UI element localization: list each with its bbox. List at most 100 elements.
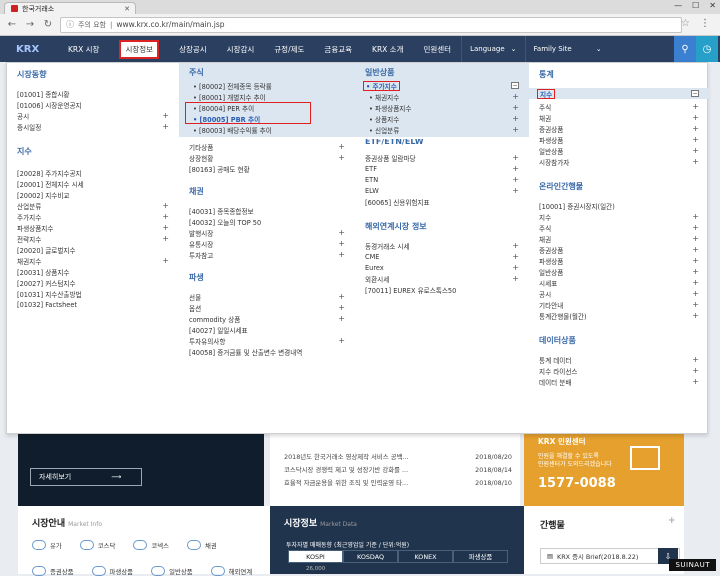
- menu-item[interactable]: CME+: [355, 251, 529, 262]
- expand-icon[interactable]: +: [512, 164, 519, 173]
- menu-item[interactable]: 데이터 분배+: [529, 376, 709, 387]
- expand-icon[interactable]: +: [162, 212, 169, 221]
- minimize-icon[interactable]: —: [674, 1, 682, 10]
- tab-derivatives[interactable]: 파생상품: [453, 550, 508, 563]
- expand-icon[interactable]: +: [162, 256, 169, 265]
- expand-icon[interactable]: +: [162, 201, 169, 210]
- browser-tab[interactable]: 한국거래소 ✕: [4, 2, 136, 14]
- krx-logo[interactable]: KRX: [0, 44, 58, 55]
- reload-icon[interactable]: ↻: [42, 19, 54, 30]
- menu-item[interactable]: [40058] 증거금률 및 산출변수 변경내역: [179, 346, 355, 357]
- expand-icon[interactable]: +: [512, 125, 519, 134]
- section-title-etf-etn-elw[interactable]: ETF/ETN/ELW: [355, 139, 529, 146]
- menu-item[interactable]: 전략지수+: [7, 233, 179, 244]
- section-title-derivatives[interactable]: 파생: [179, 268, 355, 287]
- submenu-item[interactable]: • 채권지수+: [355, 91, 529, 102]
- menu-item[interactable]: 일반상품+: [529, 145, 709, 156]
- menu-item[interactable]: [20001] 전체지수 시세: [7, 178, 179, 189]
- menu-item[interactable]: 외환시세+: [355, 273, 529, 284]
- submenu-item-stock-index[interactable]: • 주가지수 −: [355, 80, 529, 91]
- menu-item[interactable]: commodity 상품+: [179, 313, 355, 324]
- tab-kosdaq[interactable]: KOSDAQ: [343, 550, 398, 563]
- menu-item[interactable]: [20031] 상품지수: [7, 266, 179, 277]
- nav-krx-market[interactable]: KRX 시장: [58, 36, 109, 62]
- menu-item[interactable]: 파생상품+: [529, 255, 709, 266]
- expand-icon[interactable]: +: [692, 311, 699, 320]
- expand-icon[interactable]: +: [692, 124, 699, 133]
- expand-icon[interactable]: +: [692, 289, 699, 298]
- expand-icon[interactable]: +: [692, 377, 699, 386]
- family-site-select[interactable]: Family Site⌄: [525, 36, 610, 62]
- menu-item[interactable]: [20027] 커스텀지수: [7, 277, 179, 288]
- menu-item[interactable]: 기타안내+: [529, 299, 709, 310]
- expand-icon[interactable]: +: [338, 142, 345, 151]
- news-item[interactable]: 효율적 자금운용을 위한 조직 및 인력운영 타...2018/08/10: [270, 476, 520, 489]
- submenu-item[interactable]: • [80003] 배당수익률 추이: [179, 124, 355, 135]
- section-title-market-trends[interactable]: 시장동향: [7, 63, 179, 84]
- menu-item[interactable]: ELW+: [355, 185, 529, 196]
- menu-item[interactable]: 발행시장+: [179, 227, 355, 238]
- submenu-item[interactable]: • [80001] 개별지수 추이: [179, 91, 355, 102]
- submenu-item[interactable]: • [80002] 전체종목 등락률: [179, 80, 355, 91]
- submenu-item[interactable]: • 신업분류+: [355, 124, 529, 135]
- expand-icon[interactable]: +: [692, 256, 699, 265]
- menu-item[interactable]: 채권지수+: [7, 255, 179, 266]
- section-title-bond[interactable]: 채권: [179, 182, 355, 201]
- submenu-item-index[interactable]: 지수 −: [529, 88, 709, 99]
- expand-icon[interactable]: +: [338, 250, 345, 259]
- menu-item[interactable]: 공시+: [7, 110, 179, 121]
- menu-item[interactable]: [01031] 지수산출방법: [7, 288, 179, 299]
- menu-item[interactable]: 유통시장+: [179, 238, 355, 249]
- expand-icon[interactable]: +: [338, 153, 345, 162]
- menu-item[interactable]: 일반상품+: [529, 266, 709, 277]
- menu-item[interactable]: [40027] 일일시세표: [179, 324, 355, 335]
- menu-item[interactable]: 선물+: [179, 291, 355, 302]
- menu-item[interactable]: 증권상품+: [529, 123, 709, 134]
- menu-item[interactable]: 주식+: [529, 101, 709, 112]
- nav-rules[interactable]: 규정/제도: [264, 36, 314, 62]
- menu-item[interactable]: 채권+: [529, 233, 709, 244]
- expand-icon[interactable]: +: [512, 241, 519, 250]
- nav-market-surveillance[interactable]: 시장감시: [217, 36, 265, 62]
- menu-item[interactable]: 기타상품+: [179, 141, 355, 152]
- expand-icon[interactable]: +: [692, 146, 699, 155]
- expand-icon[interactable]: +: [512, 153, 519, 162]
- expand-icon[interactable]: +: [692, 245, 699, 254]
- bookmark-star-icon[interactable]: ☆: [681, 18, 690, 29]
- expand-icon[interactable]: +: [512, 274, 519, 283]
- url-field[interactable]: ⓘ 주의 요함 | www.krx.co.kr/main/main.jsp: [60, 17, 682, 33]
- menu-item[interactable]: ETF+: [355, 163, 529, 174]
- menu-item[interactable]: 증시일정+: [7, 121, 179, 132]
- menu-item[interactable]: 채권+: [529, 112, 709, 123]
- expand-icon[interactable]: +: [692, 234, 699, 243]
- expand-icon[interactable]: +: [512, 263, 519, 272]
- menu-item[interactable]: 공시+: [529, 288, 709, 299]
- menu-item[interactable]: 동경거래소 시세+: [355, 240, 529, 251]
- menu-item[interactable]: [20002] 지수비교: [7, 189, 179, 200]
- menu-item[interactable]: 파생상품지수+: [7, 222, 179, 233]
- market-link-kospi[interactable]: 유가: [32, 540, 62, 550]
- expand-icon[interactable]: +: [512, 103, 519, 112]
- tab-konex[interactable]: KONEX: [398, 550, 453, 563]
- menu-item[interactable]: 주가지수+: [7, 211, 179, 222]
- back-icon[interactable]: ←: [6, 19, 18, 30]
- menu-item[interactable]: 지수+: [529, 211, 709, 222]
- menu-item[interactable]: 증권상품+: [529, 244, 709, 255]
- menu-item[interactable]: 지수 라이선스+: [529, 365, 709, 376]
- expand-icon[interactable]: +: [162, 122, 169, 131]
- expand-icon[interactable]: +: [692, 278, 699, 287]
- nav-listing-disclosure[interactable]: 상장공시: [169, 36, 217, 62]
- market-link-overseas[interactable]: 해외연계: [211, 566, 253, 576]
- expand-icon[interactable]: +: [692, 300, 699, 309]
- hero-more-button[interactable]: 자세히보기⟶: [30, 468, 142, 486]
- menu-item[interactable]: [40032] 오늘의 TOP 50: [179, 216, 355, 227]
- language-select[interactable]: Language⌄: [461, 36, 524, 62]
- section-title-stock[interactable]: 주식: [179, 65, 355, 80]
- expand-icon[interactable]: +: [338, 303, 345, 312]
- menu-item[interactable]: [60065] 신용위험지표: [355, 196, 529, 207]
- menu-item[interactable]: Eurex+: [355, 262, 529, 273]
- expand-icon[interactable]: +: [512, 175, 519, 184]
- market-link-kosdaq[interactable]: 코스닥: [80, 540, 116, 550]
- menu-item[interactable]: 통계 데이터+: [529, 354, 709, 365]
- expand-icon[interactable]: +: [512, 186, 519, 195]
